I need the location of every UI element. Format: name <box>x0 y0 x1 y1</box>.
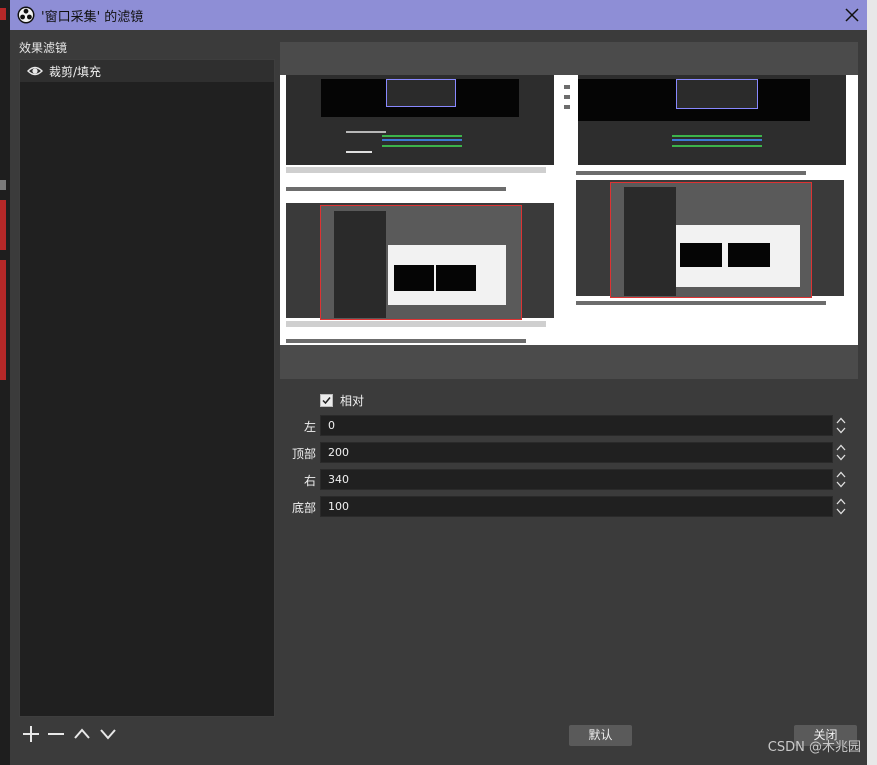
relative-checkbox-row[interactable]: 相对 <box>320 392 364 409</box>
filter-list[interactable]: 裁剪/填充 <box>19 59 275 717</box>
filters-dialog: 效果滤镜 裁剪/填充 相对 左 0 顶部 200 右 340 底部 100 默认… <box>10 30 867 765</box>
filter-item-crop-pad[interactable]: 裁剪/填充 <box>20 60 274 82</box>
crop-top-row: 顶部 200 <box>280 442 850 463</box>
move-down-button[interactable] <box>97 723 119 745</box>
chevron-down-icon <box>836 481 846 487</box>
chevron-up-icon <box>836 471 846 477</box>
spin-up-button[interactable] <box>833 415 849 425</box>
defaults-button[interactable]: 默认 <box>569 725 632 746</box>
chevron-up-icon <box>836 417 846 423</box>
spin-up-button[interactable] <box>833 496 849 506</box>
preview-side-icons <box>562 75 572 345</box>
title-bar: '窗口采集' 的滤镜 <box>10 0 867 30</box>
chevron-down-icon <box>836 508 846 514</box>
crop-right-spinner[interactable] <box>833 469 849 490</box>
chevron-down-icon <box>836 427 846 433</box>
crop-bottom-spinner[interactable] <box>833 496 849 517</box>
desktop-background-left <box>0 0 10 765</box>
spin-down-button[interactable] <box>833 479 849 489</box>
crop-top-spinner[interactable] <box>833 442 849 463</box>
crop-top-input[interactable]: 200 <box>320 442 833 463</box>
csdn-watermark: CSDN @木兆园 <box>767 740 861 755</box>
preview-left-column <box>286 75 554 345</box>
source-preview <box>280 42 858 379</box>
chevron-down-icon <box>836 454 846 460</box>
spin-down-button[interactable] <box>833 452 849 462</box>
spin-up-button[interactable] <box>833 469 849 479</box>
eye-visibility-icon[interactable] <box>27 65 43 77</box>
desktop-marker <box>0 8 6 20</box>
chevron-up-icon <box>836 498 846 504</box>
spin-down-button[interactable] <box>833 425 849 435</box>
minus-icon <box>48 733 64 735</box>
preview-right-column <box>576 75 852 345</box>
move-up-button[interactable] <box>71 723 93 745</box>
checkmark-icon <box>322 397 331 405</box>
crop-right-label: 右 <box>303 474 316 488</box>
crop-left-spinner[interactable] <box>833 415 849 436</box>
crop-left-row: 左 0 <box>280 415 850 436</box>
filter-item-label: 裁剪/填充 <box>49 64 102 79</box>
crop-right-row: 右 340 <box>280 469 850 490</box>
chevron-up-icon <box>836 444 846 450</box>
plus-icon <box>23 726 39 742</box>
chevron-up-icon <box>74 728 90 739</box>
window-title: '窗口采集' 的滤镜 <box>41 9 144 25</box>
chevron-down-icon <box>100 729 116 740</box>
crop-left-input[interactable]: 0 <box>320 415 833 436</box>
filters-heading: 效果滤镜 <box>19 41 68 55</box>
desktop-background-right <box>867 0 877 765</box>
spin-down-button[interactable] <box>833 506 849 516</box>
remove-filter-button[interactable] <box>45 723 67 745</box>
crop-right-input[interactable]: 340 <box>320 469 833 490</box>
crop-left-label: 左 <box>303 420 316 434</box>
crop-top-label: 顶部 <box>291 447 316 461</box>
close-window-icon[interactable] <box>843 6 861 24</box>
obs-logo-icon <box>17 6 35 24</box>
desktop-marker <box>0 260 6 380</box>
preview-content-image <box>280 75 858 345</box>
add-filter-button[interactable] <box>20 723 42 745</box>
crop-bottom-label: 底部 <box>291 501 316 515</box>
desktop-marker <box>0 180 6 190</box>
crop-bottom-input[interactable]: 100 <box>320 496 833 517</box>
relative-checkbox[interactable] <box>320 394 333 407</box>
desktop-marker <box>0 200 6 250</box>
crop-bottom-row: 底部 100 <box>280 496 850 517</box>
relative-label: 相对 <box>340 394 365 408</box>
spin-up-button[interactable] <box>833 442 849 452</box>
